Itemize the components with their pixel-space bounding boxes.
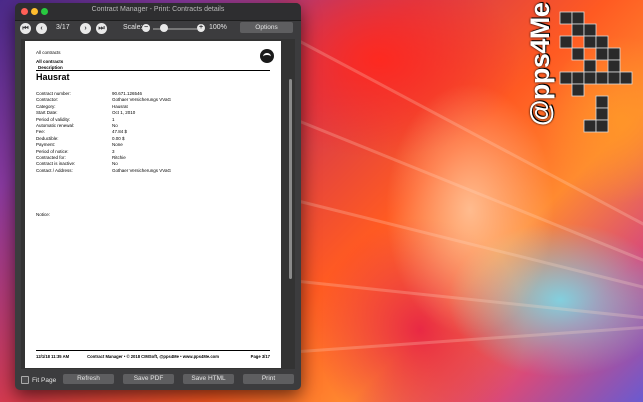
page-header-line2: All contracts [36,59,64,64]
previous-page-button[interactable]: ‹ [36,23,47,34]
fit-page-checkbox[interactable]: Fit Page [21,376,56,384]
field-value: No [112,122,118,128]
field-label: Category: [36,103,56,109]
checkbox-icon[interactable] [21,376,29,384]
first-page-button[interactable]: ⏮ [20,23,31,34]
plus-icon: + [198,24,204,31]
bottom-bar: Fit Page Refresh Save PDF Save HTML Prin… [15,370,301,390]
field-label: Contact / Address: [36,167,73,173]
field-value: 3 [112,148,115,154]
next-page-button[interactable]: › [80,23,91,34]
field-value: 47.84 $ [112,129,128,135]
preview-area[interactable]: All contracts All contracts Description … [21,39,295,369]
scale-label: Scale: [123,24,143,31]
contract-title: Hausrat [36,72,70,82]
refresh-button[interactable]: Refresh [63,374,114,384]
field-label: Period of validity: [36,116,71,122]
field-value: No [112,161,118,167]
save-pdf-button[interactable]: Save PDF [123,374,174,384]
footer-divider [36,350,270,351]
scale-slider-knob[interactable] [160,24,169,32]
minus-icon: − [143,24,149,31]
field-value: Ritchie [112,154,126,160]
field-label: Contractor: [36,97,59,103]
print-preview-window: Contract Manager - Print: Contracts deta… [15,3,301,390]
field-label: Contracted for: [36,154,66,160]
vertical-scrollbar[interactable] [289,79,292,279]
scale-increase-button[interactable]: + [197,24,205,32]
field-label: Contract is inactive: [36,161,76,167]
cimsoft-logo-icon [260,49,274,63]
footer-page-number: Page 3/17 [250,354,270,359]
fit-page-label: Fit Page [32,376,57,384]
save-html-button[interactable]: Save HTML [183,374,234,384]
field-value: None [112,142,123,148]
print-button[interactable]: Print [243,374,294,384]
previous-page-icon: ‹ [40,25,43,32]
page-indicator: 3/17 [56,24,70,31]
field-label: Fee: [36,129,46,135]
field-value: 90.671.126546 [112,91,143,96]
scale-decrease-button[interactable]: − [142,24,150,32]
field-label: Period of notice: [36,148,69,154]
field-label: Payment: [36,142,56,148]
header-divider [36,70,270,71]
page-header-line1: All contracts [36,50,61,55]
field-label: Contract number: [36,91,71,96]
next-page-icon: › [84,25,87,32]
notice-label: Notice: [36,212,51,217]
toolbar: ⏮ ‹ 3/17 › ⏭ Scale: − + 100% Options [15,21,301,39]
field-label: Deductible: [36,135,59,141]
footer-copyright: Contract Manager • © 2018 CIMSoft, @pps4… [87,354,219,359]
field-value: Oct 1, 2010 [112,110,136,116]
last-page-icon: ⏭ [98,25,105,32]
pps4me-logo-text: @pps4Me [525,2,555,126]
last-page-button[interactable]: ⏭ [96,23,107,34]
zoom-level: 100% [209,24,227,31]
first-page-icon: ⏮ [22,25,29,32]
field-value: Hausrat [112,103,128,109]
field-value: Gothaer Versicherungs VVaG [112,97,171,103]
field-label: Start Date: [36,110,58,116]
title-bar: Contract Manager - Print: Contracts deta… [15,3,301,21]
field-value: Gothaer Versicherungs VVaG [112,167,171,173]
field-value: 1 [112,116,115,122]
window-title: Contract Manager - Print: Contracts deta… [91,6,225,13]
print-page: All contracts All contracts Description … [25,41,281,368]
field-value: 0.00 $ [112,135,125,141]
options-button[interactable]: Options [240,22,293,33]
field-label: Automatic renewal: [36,122,75,128]
